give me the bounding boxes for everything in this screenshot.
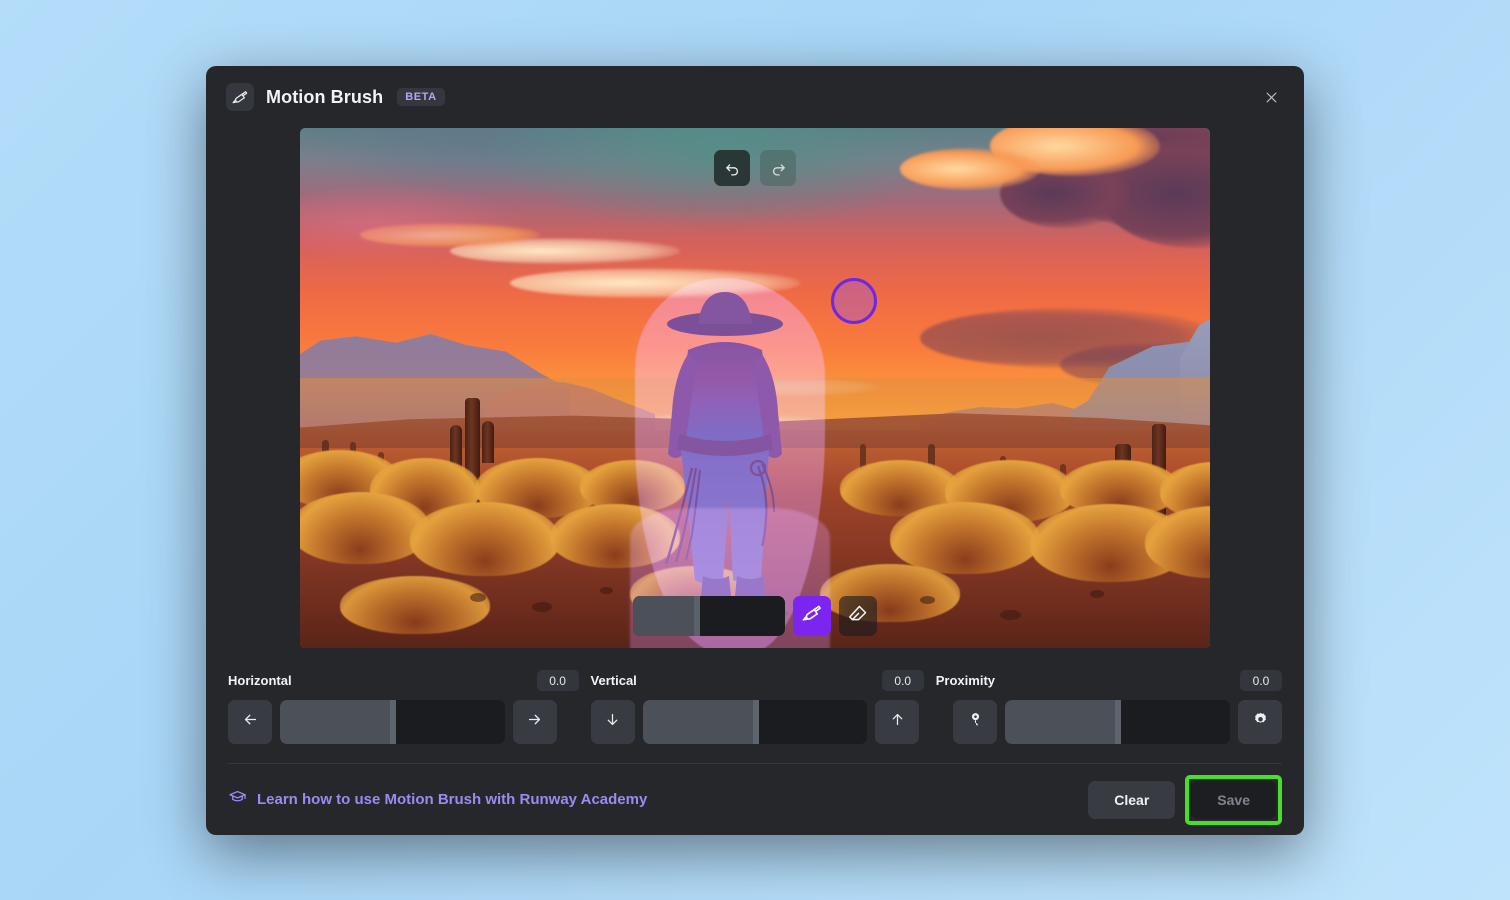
graduation-cap-icon	[228, 788, 247, 811]
parameter-labels-row: Horizontal 0.0 Vertical 0.0 Proximity 0.…	[228, 670, 1282, 691]
eraser-tool-button[interactable]	[839, 596, 877, 636]
horizontal-slider-fill	[280, 700, 391, 744]
arrow-right-icon	[526, 711, 543, 733]
horizontal-slider-handle[interactable]	[390, 700, 397, 744]
proximity-value[interactable]: 0.0	[1239, 670, 1282, 691]
runway-academy-link-label: Learn how to use Motion Brush with Runwa…	[257, 791, 648, 808]
brush-size-slider[interactable]	[633, 596, 785, 636]
proximity-reset-button[interactable]	[953, 700, 998, 744]
page-title: Motion Brush	[266, 86, 384, 107]
beta-badge: BETA	[397, 88, 445, 106]
horizontal-decrease-button[interactable]	[228, 700, 272, 744]
eraser-icon	[848, 603, 869, 629]
vertical-value[interactable]: 0.0	[881, 670, 924, 691]
brush-cursor-circle	[831, 278, 877, 324]
motion-parameters: Horizontal 0.0 Vertical 0.0 Proximity 0.…	[206, 648, 1304, 745]
paint-brush-icon	[226, 83, 254, 111]
brush-size-handle[interactable]	[693, 596, 700, 636]
brush-tool-button[interactable]	[793, 596, 831, 636]
horizontal-increase-button[interactable]	[512, 700, 557, 744]
runway-academy-link[interactable]: Learn how to use Motion Brush with Runwa…	[228, 788, 647, 811]
proximity-slider-handle[interactable]	[1115, 700, 1122, 744]
horizontal-value[interactable]: 0.0	[536, 670, 579, 691]
vertical-decrease-button[interactable]	[590, 700, 635, 744]
history-toolbar	[714, 150, 796, 186]
horizontal-slider[interactable]	[280, 700, 505, 744]
parameter-controls-row	[228, 700, 1283, 744]
brush-size-fill	[633, 596, 694, 636]
paint-brush-icon	[802, 603, 823, 629]
settings-button[interactable]	[1238, 700, 1283, 744]
gear-icon	[1252, 711, 1269, 733]
save-button-highlight: Save	[1185, 774, 1282, 825]
arrow-left-icon	[242, 711, 259, 733]
close-icon[interactable]	[1254, 80, 1288, 114]
clear-button[interactable]: Clear	[1088, 780, 1176, 819]
dialog-footer: Learn how to use Motion Brush with Runwa…	[228, 763, 1282, 835]
motion-brush-dialog: Motion Brush BETA Horizontal 0.0 Vertica…	[206, 66, 1304, 835]
proximity-icon	[967, 711, 984, 733]
canvas-toolbar	[633, 596, 877, 636]
vertical-slider-handle[interactable]	[752, 700, 759, 744]
proximity-slider[interactable]	[1005, 700, 1231, 744]
footer-actions: Clear Save	[1088, 774, 1282, 825]
motion-brush-canvas[interactable]	[300, 128, 1210, 648]
dialog-header: Motion Brush BETA	[206, 66, 1304, 128]
parameter-label-proximity: Proximity	[935, 673, 996, 688]
vertical-slider[interactable]	[642, 700, 868, 744]
source-image	[300, 128, 1210, 648]
save-button[interactable]: Save	[1191, 780, 1276, 819]
parameter-label-horizontal: Horizontal	[228, 673, 292, 688]
redo-icon[interactable]	[760, 150, 796, 186]
arrow-up-icon	[889, 711, 906, 733]
parameter-label-vertical: Vertical	[590, 673, 637, 688]
proximity-slider-fill	[1005, 700, 1116, 744]
undo-icon[interactable]	[714, 150, 750, 186]
vertical-slider-fill	[642, 700, 753, 744]
vertical-increase-button[interactable]	[875, 700, 920, 744]
arrow-down-icon	[604, 711, 621, 733]
